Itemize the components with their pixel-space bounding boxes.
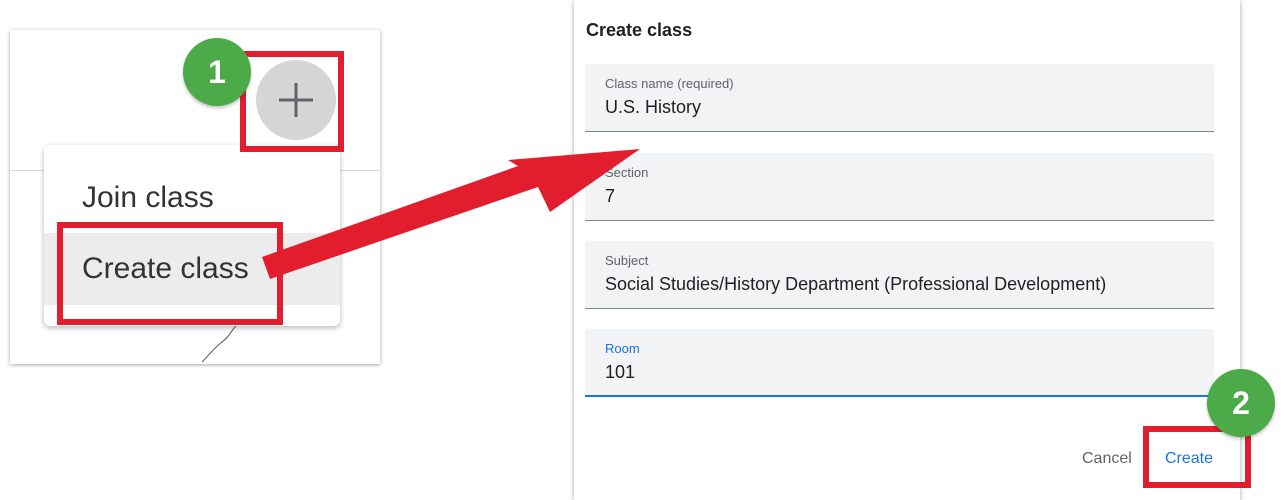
highlight-add-button [240,51,344,152]
room-label: Room [605,341,640,356]
class-name-label: Class name (required) [605,76,734,91]
section-field[interactable]: Section 7 [585,153,1214,221]
room-value: 101 [605,362,636,382]
subject-label: Subject [605,253,649,268]
step-2-badge: 2 [1207,369,1275,437]
subject-value: Social Studies/History Department (Profe… [605,274,1107,294]
section-value: 7 [605,186,616,206]
subject-field[interactable]: Subject Social Studies/History Departmen… [585,241,1214,309]
join-class-label: Join class [82,181,214,214]
class-name-field[interactable]: Class name (required) U.S. History [585,64,1214,132]
create-class-dialog: Create class Class name (required) U.S. … [574,0,1240,500]
class-name-value: U.S. History [605,97,702,117]
step-1-badge: 1 [183,38,251,106]
room-field[interactable]: Room 101 [585,329,1214,397]
cancel-button[interactable]: Cancel [1082,450,1132,468]
background-scribble [201,325,237,363]
dialog-title: Create class [586,20,693,40]
section-label: Section [605,165,649,180]
highlight-create-class-item [57,222,283,325]
